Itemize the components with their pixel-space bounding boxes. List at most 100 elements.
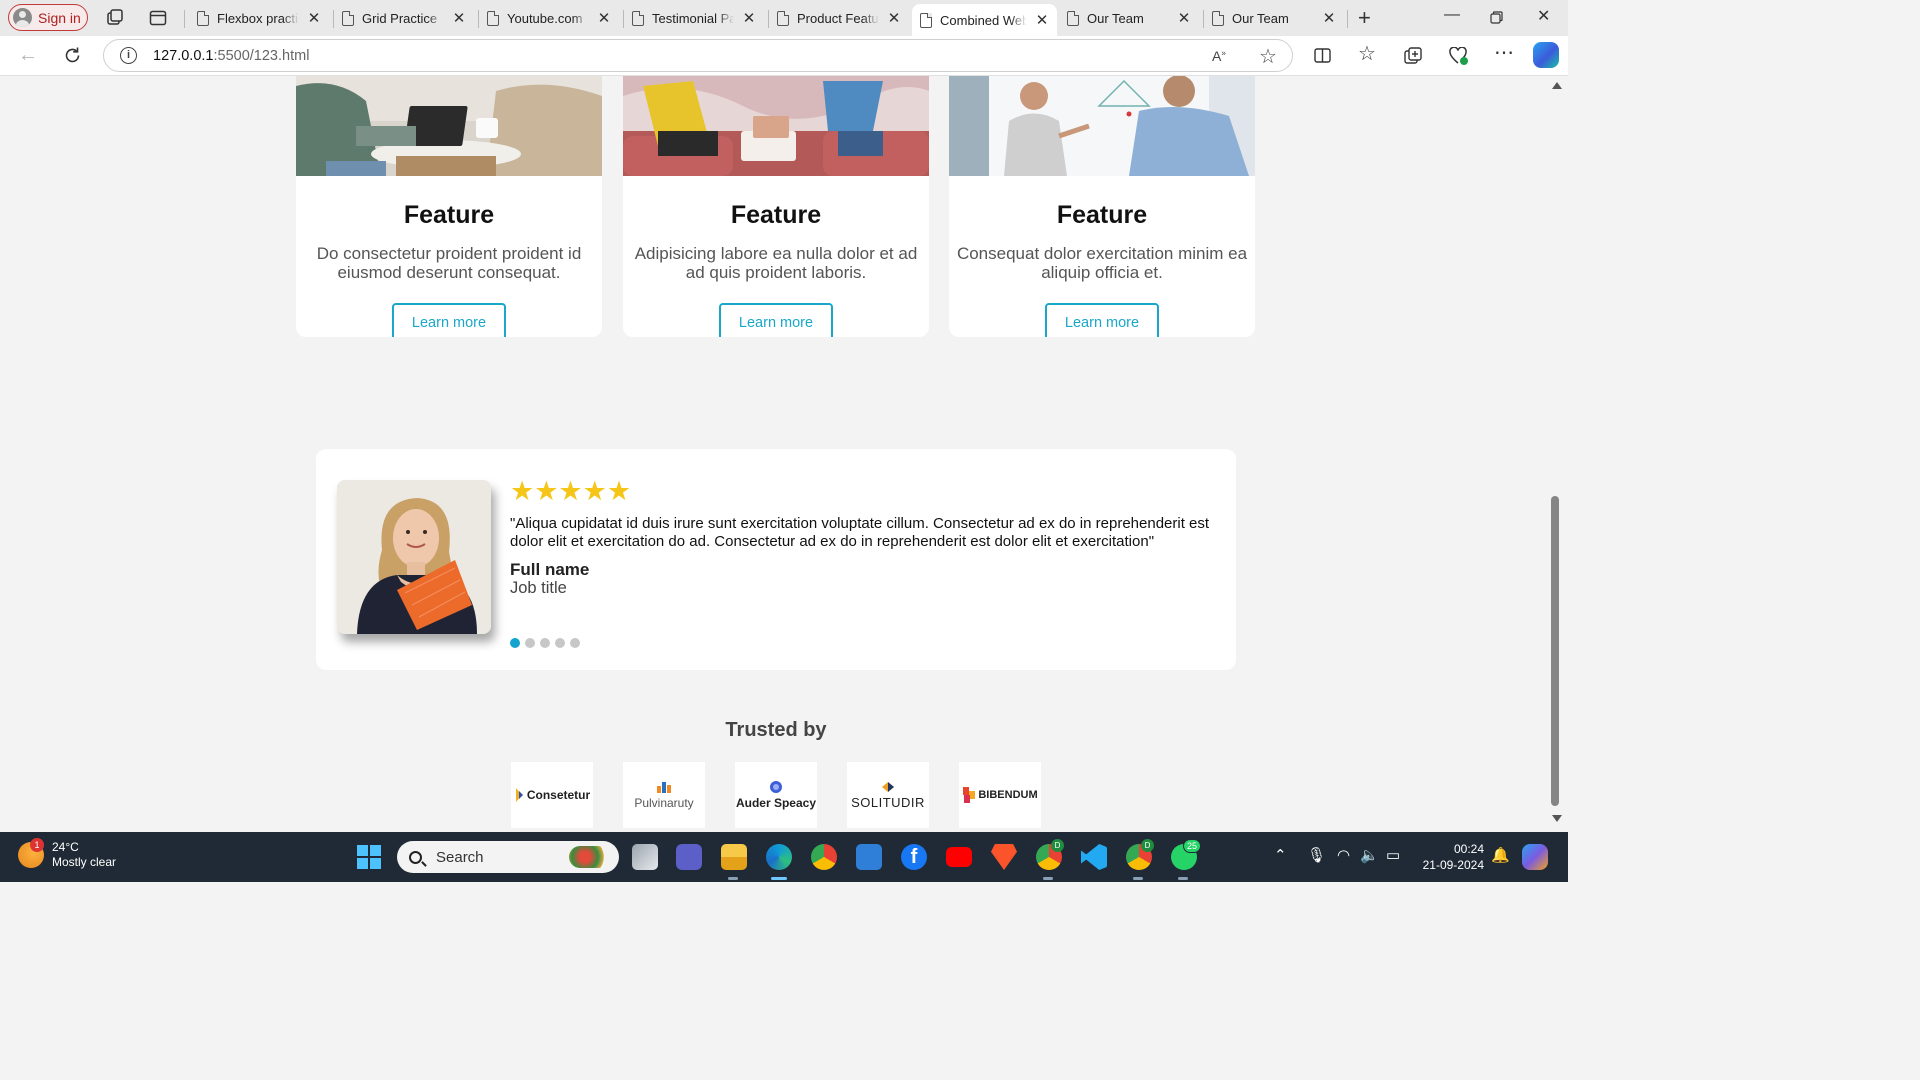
close-tab-icon[interactable]: ✕ <box>1177 9 1191 27</box>
solitudir-logo-icon <box>882 781 894 792</box>
whatsapp-icon[interactable]: 25 <box>1171 839 1201 870</box>
carousel-dot-1[interactable] <box>510 638 520 648</box>
close-tab-icon[interactable]: ✕ <box>887 9 901 27</box>
weather-badge: 1 <box>30 838 44 852</box>
file-explorer-icon[interactable] <box>721 844 747 870</box>
tab-title: Flexbox practice <box>217 10 299 26</box>
new-tab-icon[interactable]: + <box>1358 5 1371 31</box>
clock-date: 21-09-2024 <box>1422 858 1484 872</box>
volume-icon[interactable]: 🔈 <box>1360 846 1379 864</box>
testimonial-name: Full name <box>510 560 590 579</box>
page-scrollbar[interactable] <box>1548 76 1568 832</box>
page-icon <box>777 10 789 26</box>
tab-combined-web[interactable]: Combined Web ✕ <box>912 4 1057 36</box>
carousel-dot-5[interactable] <box>570 638 580 648</box>
sign-in-button[interactable]: Sign in <box>8 4 88 31</box>
show-hidden-icons-icon[interactable]: ⌃ <box>1274 846 1287 864</box>
tab-testimonial-page[interactable]: Testimonial Page ✕ <box>624 4 764 32</box>
scroll-up-arrow-icon[interactable] <box>1552 82 1562 89</box>
collections-icon[interactable] <box>1404 47 1422 65</box>
back-arrow-icon[interactable]: ← <box>18 44 38 67</box>
close-tab-icon[interactable]: ✕ <box>452 9 466 27</box>
microphone-icon[interactable]: 🎙 <box>1307 846 1326 864</box>
clock-time: 00:24 <box>1453 842 1484 856</box>
tab-product-features[interactable]: Product Features ✕ <box>769 4 909 32</box>
logo-text: SOLITUDIR <box>851 794 925 810</box>
logo-bibendum: BIBENDUM <box>959 762 1041 828</box>
split-screen-icon[interactable] <box>1314 47 1331 64</box>
start-windows-icon[interactable] <box>357 845 381 869</box>
page-icon <box>342 10 354 26</box>
carousel-dot-3[interactable] <box>540 638 550 648</box>
refresh-icon[interactable] <box>63 46 82 65</box>
more-options-icon[interactable]: ⋯ <box>1494 40 1514 65</box>
workspaces-icon[interactable] <box>105 8 125 28</box>
learn-more-button[interactable]: Learn more <box>1045 303 1159 337</box>
minimize-icon[interactable]: — <box>1444 6 1460 24</box>
auder-speacy-logo-icon <box>770 781 782 793</box>
close-tab-icon[interactable]: ✕ <box>1035 11 1049 29</box>
carousel-dot-2[interactable] <box>525 638 535 648</box>
sign-in-label: Sign in <box>38 9 81 26</box>
vscode-icon[interactable] <box>1081 844 1107 870</box>
youtube-icon[interactable] <box>946 847 972 867</box>
copilot-taskbar-icon[interactable] <box>1522 844 1548 870</box>
profile-badge: D <box>1051 839 1064 852</box>
wifi-icon[interactable]: ◠ <box>1337 846 1350 864</box>
copilot-icon[interactable] <box>1533 42 1559 68</box>
scroll-down-arrow-icon[interactable] <box>1552 815 1562 822</box>
address-bar[interactable]: i 127.0.0.1:5500/123.html A» ☆ <box>103 39 1293 72</box>
carousel-dot-4[interactable] <box>555 638 565 648</box>
favorites-icon[interactable]: ☆ <box>1358 41 1376 66</box>
notifications-bell-icon[interactable]: 🔔 <box>1491 846 1510 864</box>
mail-icon[interactable] <box>856 844 882 870</box>
profile-icon <box>13 8 32 27</box>
learn-more-button[interactable]: Learn more <box>719 303 833 337</box>
close-tab-icon[interactable]: ✕ <box>1322 9 1336 27</box>
weather-widget[interactable]: 1 24°C Mostly clear <box>18 838 116 870</box>
scrollbar-thumb[interactable] <box>1551 496 1559 806</box>
facebook-icon[interactable]: f <box>901 844 927 870</box>
restore-icon[interactable] <box>1490 11 1503 24</box>
tab-actions-icon[interactable] <box>148 8 168 28</box>
page-icon <box>1212 10 1224 26</box>
logo-text: BIBENDUM <box>978 789 1038 801</box>
chrome-icon[interactable] <box>811 844 837 870</box>
close-tab-icon[interactable]: ✕ <box>597 9 611 27</box>
tab-our-team-2[interactable]: Our Team ✕ <box>1204 4 1344 32</box>
close-window-icon[interactable]: ✕ <box>1537 6 1550 26</box>
teams-icon[interactable] <box>676 844 702 870</box>
taskbar-search[interactable]: Search <box>397 841 619 873</box>
learn-more-button[interactable]: Learn more <box>392 303 506 337</box>
task-view-icon[interactable] <box>632 844 658 870</box>
site-info-icon[interactable]: i <box>120 47 137 64</box>
tab-youtube[interactable]: Youtube.com ✕ <box>479 4 619 32</box>
browser-essentials-icon[interactable] <box>1449 47 1469 65</box>
page-icon <box>487 10 499 26</box>
tab-strip: Sign in Flexbox practice ✕ Grid Practice… <box>0 0 1568 36</box>
system-clock[interactable]: 00:24 21-09-2024 <box>1416 841 1484 873</box>
battery-icon[interactable]: ▭ <box>1386 846 1400 864</box>
logo-text: Auder Speacy <box>735 796 817 810</box>
chrome-profile-icon[interactable]: D <box>1036 839 1064 870</box>
page-icon <box>1067 10 1079 26</box>
favorite-star-icon[interactable]: ☆ <box>1259 44 1277 69</box>
brave-icon[interactable] <box>991 844 1017 870</box>
notification-badge: 25 <box>1183 839 1201 853</box>
url-text[interactable]: 127.0.0.1:5500/123.html <box>153 48 309 64</box>
close-tab-icon[interactable]: ✕ <box>742 9 756 27</box>
feature-card: Feature Adipisicing labore ea nulla dolo… <box>623 76 929 337</box>
read-aloud-icon[interactable]: A» <box>1212 48 1226 64</box>
tab-grid-practice[interactable]: Grid Practice ✕ <box>334 4 474 32</box>
url-host: 127.0.0.1 <box>153 47 214 64</box>
tab-flexbox-practice[interactable]: Flexbox practice ✕ <box>189 4 329 32</box>
feature-description: Do consectetur proident proident id eius… <box>316 244 582 282</box>
edge-icon[interactable] <box>766 844 792 870</box>
close-tab-icon[interactable]: ✕ <box>307 9 321 27</box>
chrome-profile-2-icon[interactable]: D <box>1126 839 1154 870</box>
bibendum-logo-icon <box>963 787 976 803</box>
feature-image-sofa <box>623 76 929 176</box>
tab-our-team[interactable]: Our Team ✕ <box>1059 4 1199 32</box>
browser-toolbar: ← i 127.0.0.1:5500/123.html A» ☆ ☆ ⋯ <box>0 36 1568 76</box>
url-path: :5500/123.html <box>213 47 310 64</box>
